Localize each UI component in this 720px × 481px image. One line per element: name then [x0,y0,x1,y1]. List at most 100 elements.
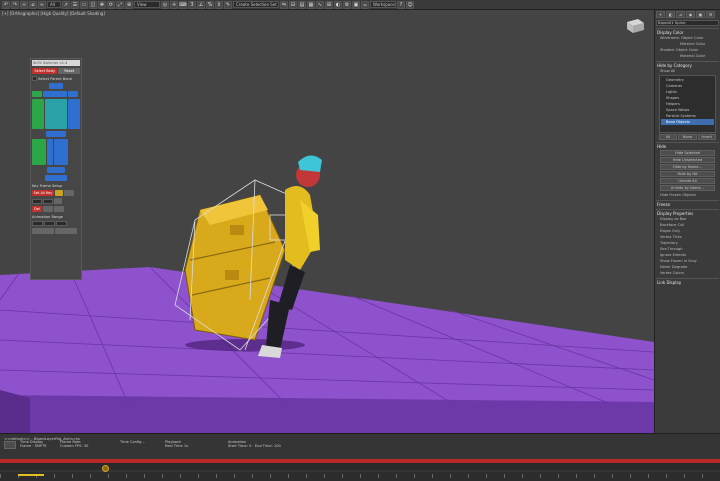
l-leg-button[interactable] [32,139,46,165]
modify-tab-icon[interactable]: ◧ [666,11,675,18]
window-crossing-icon[interactable]: ◫ [89,0,97,9]
select-by-name-icon[interactable]: ☰ [71,0,79,9]
shaded-material-color-radio[interactable]: Material Color [656,53,719,59]
all-button[interactable] [47,167,65,173]
frame-radio[interactable]: Frame [20,444,31,448]
mirror-icon[interactable]: ⇋ [280,0,288,9]
select-manipulate-icon[interactable]: ✛ [170,0,178,9]
freeze-header[interactable]: Freeze [656,202,719,207]
link-display-header[interactable]: Link Display [656,280,719,285]
object-name-field[interactable]: Biped01 Spine [656,20,719,26]
snap-3-icon[interactable]: 3 [188,0,196,9]
neck-button[interactable] [43,91,67,97]
prop-checkbox[interactable]: Vertex Colors [656,270,719,276]
smpte-radio[interactable]: SMPTE [35,444,47,448]
select-icon[interactable]: ➚ [62,0,70,9]
range-end-field[interactable] [44,221,55,226]
l-clavicle-button[interactable] [32,91,42,97]
schematic-icon[interactable]: ⊞ [325,0,333,9]
redo-icon[interactable]: ↷ [11,0,19,9]
paste-key-button[interactable] [54,206,64,212]
category-item[interactable]: Bone Objects [661,119,714,125]
scale-icon[interactable]: ⤢ [116,0,124,9]
create-tab-icon[interactable]: + [656,11,665,18]
wire-object-color-radio[interactable]: Object Color [681,36,703,40]
key-step-button[interactable] [54,198,62,204]
hide-selected-button[interactable]: Hide Selected [660,150,715,156]
layer-icon[interactable]: ▤ [298,0,306,9]
align-icon[interactable]: ⊟ [289,0,297,9]
angle-snap-icon[interactable]: ∠ [197,0,205,9]
region-select-icon[interactable]: ▭ [80,0,88,9]
key-from-field[interactable] [32,198,42,204]
motion-tab-icon[interactable]: ◉ [686,11,695,18]
r-arm-button[interactable] [68,99,80,129]
shaded-object-color-radio[interactable]: Object Color [676,48,698,52]
spinner-snap-icon[interactable]: ⇕ [215,0,223,9]
pivot-icon[interactable]: ◎ [161,0,169,9]
all-button[interactable]: All [659,134,678,140]
viewport[interactable]: [+] [Orthographic] [High Quality] [Defau… [0,10,654,433]
bind-icon[interactable]: ≈ [38,0,46,9]
copy-key-button[interactable] [43,206,53,212]
viewcube-icon[interactable] [624,16,646,34]
named-selection-dropdown[interactable]: Create Selection Set [233,1,279,8]
head-button[interactable] [49,83,63,89]
select-all-button[interactable] [45,175,67,181]
hide-frozen-checkbox[interactable]: Hide Frozen Objects [656,192,719,198]
hide-unselected-button[interactable]: Hide Unselected [660,157,715,163]
start-time-field[interactable]: 0 [249,444,251,448]
pelvis-button[interactable] [46,131,66,137]
custom-radio[interactable]: Custom [60,444,74,448]
show-all-checkbox[interactable]: Show All [656,68,719,74]
mid-button[interactable] [47,139,53,165]
hide-header[interactable]: Hide [656,144,719,149]
unlink-icon[interactable]: ⌀ [29,0,37,9]
workspaces-dropdown[interactable]: Workspaces [370,1,396,8]
user-icon[interactable]: ☺ [406,0,414,9]
help-icon[interactable]: ? [397,0,405,9]
set-all-key-button[interactable]: Set All Key [32,190,54,196]
render-icon[interactable]: ☕ [361,0,369,9]
select-body-button[interactable]: Select Body [32,68,58,74]
none-button[interactable]: None [678,134,697,140]
scene-explorer-icon[interactable]: ▦ [307,0,315,9]
hide-by-name-button[interactable]: Hide by Name... [660,164,715,170]
reset-button[interactable]: Reset [58,68,80,74]
ref-coord-dropdown[interactable]: View [134,1,160,8]
utilities-tab-icon[interactable]: ⚒ [706,11,715,18]
hierarchy-tab-icon[interactable]: ⊿ [676,11,685,18]
unhide-by-name-button[interactable]: Unhide by Name... [660,185,715,191]
place-icon[interactable]: ⊕ [125,0,133,9]
real-time-checkbox[interactable]: Real Time [165,444,183,448]
fps-field[interactable]: 30 [84,444,89,448]
apply-button[interactable] [55,228,77,234]
undo-icon[interactable]: ↶ [2,0,10,9]
key-to-field[interactable] [43,198,53,204]
delete-key-button[interactable]: Del [32,206,42,212]
curve-editor-icon[interactable]: ∿ [316,0,324,9]
range-start-field[interactable] [32,221,43,226]
link-icon[interactable]: ∞ [20,0,28,9]
keyboard-shortcut-icon[interactable]: ⌨ [179,0,187,9]
l-arm-button[interactable] [32,99,44,129]
ok-button[interactable] [4,441,16,449]
time-config-button[interactable]: Time Config... [120,440,145,444]
material-editor-icon[interactable]: ◐ [334,0,342,9]
selection-filter-dropdown[interactable]: All [47,1,61,8]
time-slider-handle[interactable] [102,465,109,472]
r-clavicle-button[interactable] [68,91,78,97]
invert-button[interactable]: Invert [697,134,716,140]
unhide-all-button[interactable]: Unhide All [660,178,715,184]
display-tab-icon[interactable]: ▣ [696,11,705,18]
speed-radio[interactable]: 1x [184,444,188,448]
hide-by-hit-button[interactable]: Hide by Hit [660,171,715,177]
key-mode-button[interactable] [55,190,63,196]
r-leg-button[interactable] [54,139,68,165]
edit-named-sel-icon[interactable]: ✎ [224,0,232,9]
percent-snap-icon[interactable]: % [206,0,214,9]
spine-button[interactable] [45,99,67,129]
rotate-icon[interactable]: ⟳ [107,0,115,9]
end-time-field[interactable]: 100 [274,444,281,448]
render-frame-icon[interactable]: ▣ [352,0,360,9]
